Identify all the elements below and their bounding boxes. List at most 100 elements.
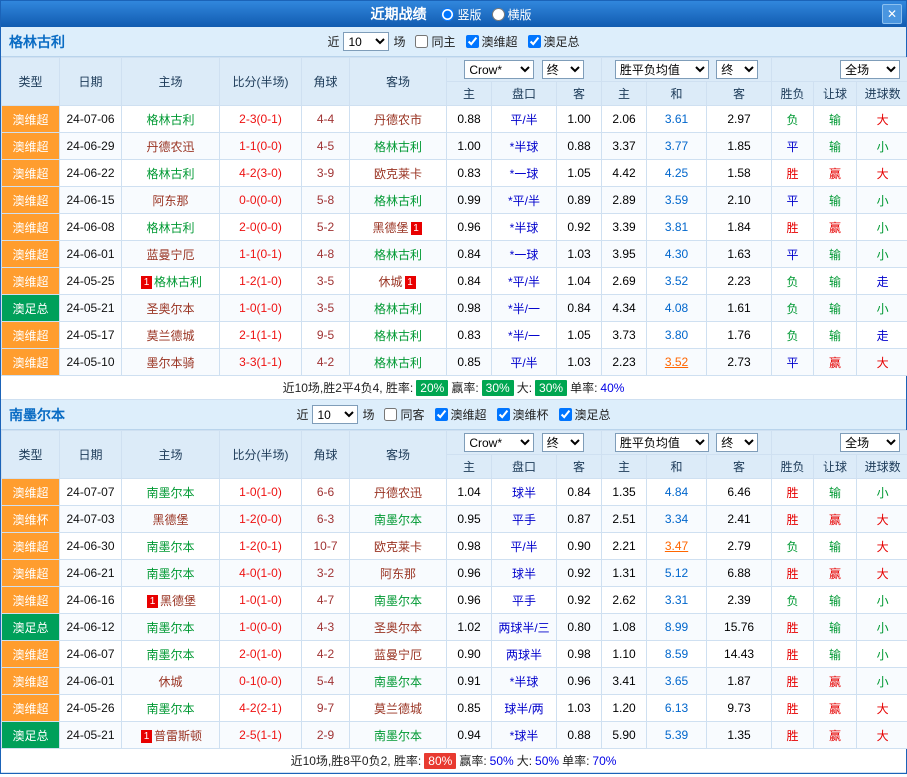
sub-euro-home: 主 <box>602 82 647 106</box>
euro-draw-odds: 3.52 <box>647 268 707 295</box>
recent-results-popup: 近期战绩 竖版 横版 ✕ 格林古利 近 10 场 同主 澳维超 澳足总 <box>0 0 907 774</box>
result: 平 <box>772 349 814 376</box>
handicap-line: *半球 <box>492 214 557 241</box>
match-date: 24-05-26 <box>60 695 122 722</box>
result: 负 <box>772 295 814 322</box>
col-corner: 角球 <box>302 58 350 106</box>
section-header: 南墨尔本 近 10 场 同客 澳维超 澳维杯 澳足总 <box>1 400 906 430</box>
home-team-cell: 圣奥尔本 <box>122 295 220 322</box>
league-filter-checkbox[interactable] <box>435 408 448 421</box>
sub-handicap: 盘口 <box>492 455 557 479</box>
goals-result: 小 <box>857 133 907 160</box>
away-team-cell: 格林古利 <box>350 322 447 349</box>
team-name: 格林古利 <box>146 167 194 181</box>
match-count-select[interactable]: 10 <box>343 32 389 51</box>
match-row: 澳足总24-05-21圣奥尔本1-0(1-0)3-5格林古利0.98*半/一0.… <box>2 295 907 322</box>
final-odds-select2[interactable]: 终 <box>716 433 758 452</box>
games-label: 场 <box>362 406 374 423</box>
close-button[interactable]: ✕ <box>882 4 902 24</box>
result: 胜 <box>772 641 814 668</box>
euro-draw-odds: 8.99 <box>647 614 707 641</box>
match-count-select[interactable]: 10 <box>312 405 358 424</box>
handicap-result: 输 <box>814 641 857 668</box>
handicap-home-odds: 0.84 <box>447 268 492 295</box>
league-badge: 澳维超 <box>2 241 60 268</box>
team-name: 格林古利 <box>146 113 194 127</box>
match-date: 24-06-01 <box>60 668 122 695</box>
handicap-home-odds: 0.83 <box>447 322 492 349</box>
euro-home-odds: 4.42 <box>602 160 647 187</box>
section-team-name: 格林古利 <box>9 32 65 52</box>
europe-select-cell: 胜平负均值 终 <box>602 58 772 82</box>
goals-result: 小 <box>857 668 907 695</box>
europe-odds-select[interactable]: 胜平负均值 <box>615 60 709 79</box>
handicap-away-odds: 1.05 <box>557 160 602 187</box>
corners: 5-4 <box>302 668 350 695</box>
col-away: 客场 <box>350 58 447 106</box>
team-name: 墨尔本骑 <box>146 356 194 370</box>
euro-draw-odds: 3.34 <box>647 506 707 533</box>
scope-select[interactable]: 全场 <box>840 60 900 79</box>
same-venue-checkbox[interactable] <box>384 408 397 421</box>
home-team-cell: 格林古利 <box>122 214 220 241</box>
result: 平 <box>772 133 814 160</box>
sub-home-odds: 主 <box>447 455 492 479</box>
score: 4-0(1-0) <box>220 560 302 587</box>
away-team-cell: 格林古利 <box>350 241 447 268</box>
layout-radio-vertical[interactable]: 竖版 <box>441 6 481 23</box>
handicap-line: *一球 <box>492 160 557 187</box>
scope-select[interactable]: 全场 <box>840 433 900 452</box>
league-badge: 澳维超 <box>2 106 60 133</box>
league-badge: 澳维超 <box>2 187 60 214</box>
layout-radio-horizontal[interactable]: 横版 <box>492 6 532 23</box>
handicap-away-odds: 0.98 <box>557 641 602 668</box>
league-badge: 澳维超 <box>2 560 60 587</box>
odds-company-select[interactable]: Crow* <box>464 60 534 79</box>
euro-draw-odds: 3.80 <box>647 322 707 349</box>
goals-result: 小 <box>857 187 907 214</box>
final-odds-select[interactable]: 终 <box>542 60 584 79</box>
team-name: 黑德堡 <box>372 221 408 235</box>
result: 胜 <box>772 560 814 587</box>
league-filter-label: 澳足总 <box>575 406 611 423</box>
corners: 3-9 <box>302 160 350 187</box>
team-name: 南墨尔本 <box>146 567 194 581</box>
score: 4-2(3-0) <box>220 160 302 187</box>
league-filter-checkbox[interactable] <box>497 408 510 421</box>
handicap-result: 输 <box>814 133 857 160</box>
match-date: 24-06-22 <box>60 160 122 187</box>
final-odds-select2[interactable]: 终 <box>716 60 758 79</box>
league-badge: 澳维超 <box>2 587 60 614</box>
radio-horizontal-input[interactable] <box>492 8 505 21</box>
league-badge: 澳维超 <box>2 133 60 160</box>
footer-text: 赢率: <box>451 379 478 396</box>
handicap-home-odds: 0.83 <box>447 160 492 187</box>
result: 胜 <box>772 214 814 241</box>
final-odds-select[interactable]: 终 <box>542 433 584 452</box>
score: 2-1(1-1) <box>220 322 302 349</box>
league-filter-checkbox[interactable] <box>559 408 572 421</box>
score: 1-1(0-1) <box>220 241 302 268</box>
league-filter-checkbox[interactable] <box>466 35 479 48</box>
corners: 4-5 <box>302 133 350 160</box>
same-venue-checkbox[interactable] <box>415 35 428 48</box>
league-badge: 澳维超 <box>2 641 60 668</box>
team-name: 格林古利 <box>374 248 422 262</box>
team-section-1: 格林古利 近 10 场 同主 澳维超 澳足总 类型 <box>1 27 906 400</box>
europe-odds-select[interactable]: 胜平负均值 <box>615 433 709 452</box>
handicap-away-odds: 0.92 <box>557 560 602 587</box>
team-name: 格林古利 <box>154 275 202 289</box>
team-name: 南墨尔本 <box>374 513 422 527</box>
team-name: 阿东那 <box>152 194 188 208</box>
league-filter-checkbox[interactable] <box>528 35 541 48</box>
handicap-result: 输 <box>814 106 857 133</box>
odds-company-select[interactable]: Crow* <box>464 433 534 452</box>
titlebar: 近期战绩 竖版 横版 ✕ <box>1 1 906 27</box>
match-date: 24-05-10 <box>60 349 122 376</box>
handicap-away-odds: 1.04 <box>557 268 602 295</box>
red-card-badge: 1 <box>147 595 158 608</box>
radio-vertical-input[interactable] <box>441 8 454 21</box>
score: 1-0(0-0) <box>220 614 302 641</box>
handicap-result: 赢 <box>814 668 857 695</box>
home-team-cell: 南墨尔本 <box>122 695 220 722</box>
